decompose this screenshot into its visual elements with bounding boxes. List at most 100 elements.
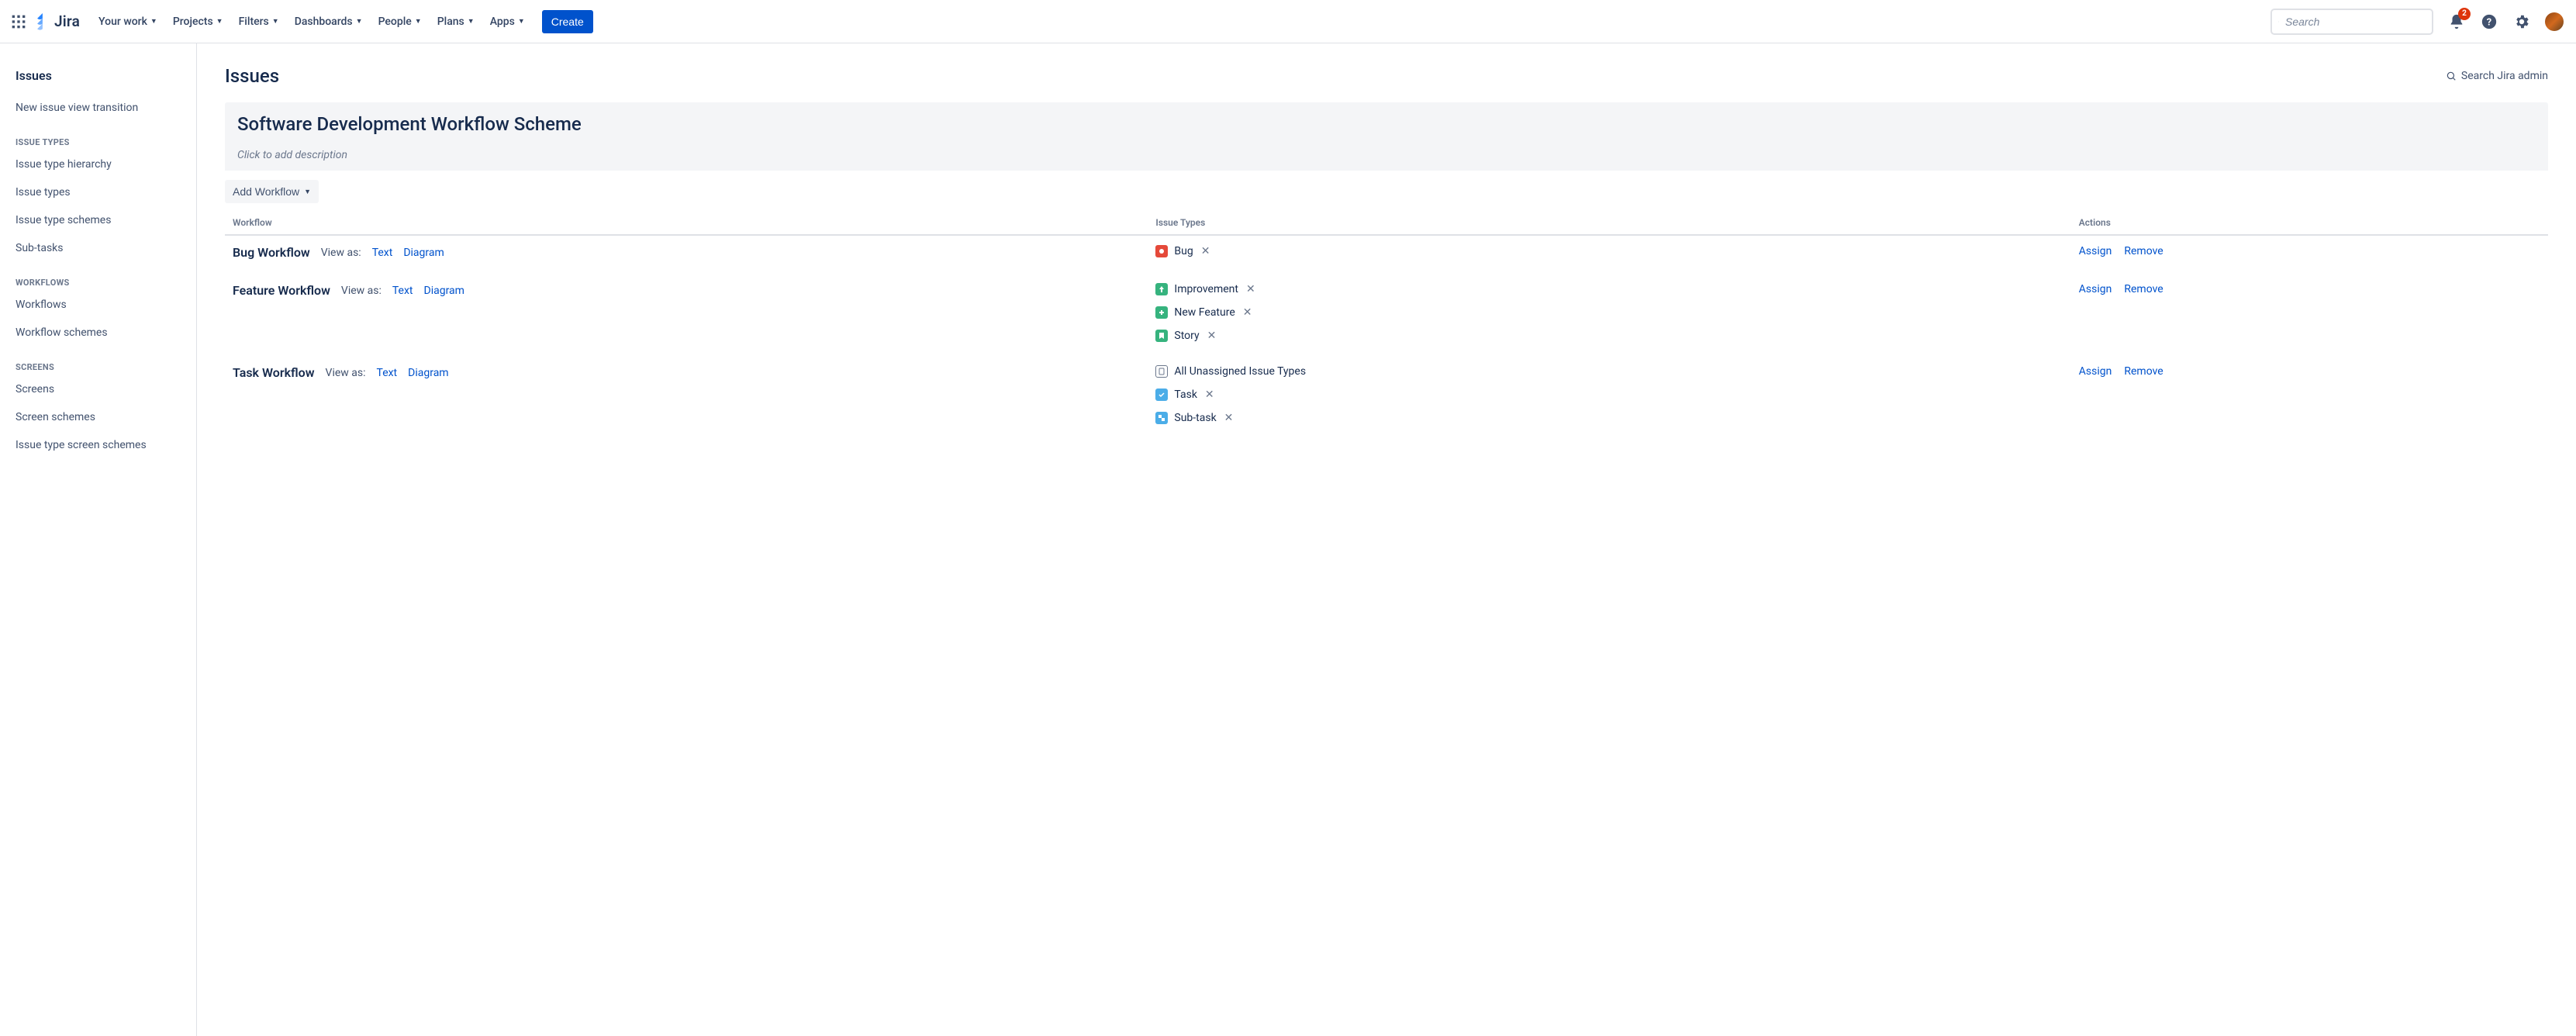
view-diagram-link[interactable]: Diagram bbox=[403, 247, 444, 259]
topnav-actions: 2 ? bbox=[2444, 9, 2567, 34]
col-header-workflow: Workflow bbox=[233, 217, 1155, 228]
sidebar-link-workflows[interactable]: Workflows bbox=[6, 292, 190, 317]
nav-item-dashboards[interactable]: Dashboards▼ bbox=[288, 11, 369, 33]
assign-link[interactable]: Assign bbox=[2079, 283, 2112, 295]
nav-item-people[interactable]: People▼ bbox=[372, 11, 428, 33]
nav-item-label: People bbox=[378, 16, 412, 28]
issue-type-list: Bug✕ bbox=[1155, 245, 2078, 257]
nav-item-label: Dashboards bbox=[295, 16, 353, 28]
nav-item-label: Apps bbox=[490, 16, 515, 28]
issue-types-cell: Improvement✕New Feature✕Story✕ bbox=[1155, 283, 2078, 342]
issue-type-item: Sub-task ✕ bbox=[1155, 412, 2078, 424]
actions-cell: Assign Remove bbox=[2079, 245, 2540, 257]
nav-item-filters[interactable]: Filters▼ bbox=[233, 11, 285, 33]
remove-issue-type-icon[interactable]: ✕ bbox=[1201, 245, 1210, 257]
nav-items: Your work▼Projects▼Filters▼Dashboards▼Pe… bbox=[92, 11, 531, 33]
add-workflow-button[interactable]: Add Workflow ▼ bbox=[225, 180, 319, 203]
bug-icon bbox=[1155, 245, 1168, 257]
notifications-button[interactable]: 2 bbox=[2444, 9, 2469, 34]
sidebar-heading: WORKFLOWS bbox=[6, 264, 190, 292]
search-jira-admin[interactable]: Search Jira admin bbox=[2446, 70, 2548, 82]
assign-link[interactable]: Assign bbox=[2079, 365, 2112, 378]
nav-item-label: Your work bbox=[98, 16, 147, 28]
actions-group: Assign Remove bbox=[2079, 283, 2540, 295]
view-text-link[interactable]: Text bbox=[372, 247, 393, 259]
actions-group: Assign Remove bbox=[2079, 245, 2540, 257]
search-input[interactable] bbox=[2285, 16, 2426, 28]
workflow-cell: Bug WorkflowView as:TextDiagram bbox=[233, 245, 1155, 260]
chevron-down-icon: ▼ bbox=[304, 188, 311, 195]
issue-type-label: Sub-task bbox=[1174, 412, 1216, 424]
workflow-name: Task Workflow bbox=[233, 365, 315, 380]
nav-item-plans[interactable]: Plans▼ bbox=[431, 11, 481, 33]
sidebar-link-issue-type-schemes[interactable]: Issue type schemes bbox=[6, 208, 190, 233]
workflow-cell: Task Workflow View as: Text Diagram bbox=[233, 365, 1155, 380]
table-row: Feature WorkflowView as:TextDiagramImpro… bbox=[225, 274, 2548, 356]
workflow-name: Bug Workflow bbox=[233, 245, 310, 260]
main-header: Issues Search Jira admin bbox=[225, 65, 2548, 87]
issue-type-label: Task bbox=[1174, 388, 1197, 401]
remove-issue-type-icon[interactable]: ✕ bbox=[1243, 306, 1252, 319]
chevron-down-icon: ▼ bbox=[150, 17, 157, 26]
create-button[interactable]: Create bbox=[542, 10, 593, 33]
issue-type-item: Bug✕ bbox=[1155, 245, 2078, 257]
workflow-cell: Feature WorkflowView as:TextDiagram bbox=[233, 283, 1155, 298]
view-text-link[interactable]: Text bbox=[377, 367, 398, 379]
remove-link[interactable]: Remove bbox=[2124, 283, 2163, 295]
sidebar-link-issue-types[interactable]: Issue types bbox=[6, 180, 190, 205]
remove-issue-type-icon[interactable]: ✕ bbox=[1224, 412, 1234, 424]
issue-type-label: All Unassigned Issue Types bbox=[1174, 365, 1306, 378]
chevron-down-icon: ▼ bbox=[415, 17, 422, 26]
help-button[interactable]: ? bbox=[2477, 9, 2502, 34]
issue-type-label: Improvement bbox=[1174, 283, 1238, 295]
feature-icon bbox=[1155, 306, 1168, 319]
nav-item-projects[interactable]: Projects▼ bbox=[167, 11, 230, 33]
sidebar-link-screen-schemes[interactable]: Screen schemes bbox=[6, 405, 190, 430]
add-workflow-label: Add Workflow bbox=[233, 185, 299, 198]
scheme-description-row[interactable]: Click to add description bbox=[225, 143, 2548, 171]
chevron-down-icon: ▼ bbox=[272, 17, 279, 26]
jira-logo[interactable]: Jira bbox=[34, 12, 80, 30]
sidebar-link-screens[interactable]: Screens bbox=[6, 377, 190, 402]
unassigned-icon bbox=[1155, 365, 1168, 378]
view-diagram-link[interactable]: Diagram bbox=[408, 367, 448, 379]
nav-item-your-work[interactable]: Your work▼ bbox=[92, 11, 164, 33]
remove-link[interactable]: Remove bbox=[2124, 245, 2163, 257]
nav-item-label: Plans bbox=[437, 16, 464, 28]
avatar bbox=[2545, 12, 2564, 31]
view-diagram-link[interactable]: Diagram bbox=[424, 285, 464, 297]
app-switcher-icon[interactable] bbox=[9, 12, 28, 31]
sidebar-link-issue-type-hierarchy[interactable]: Issue type hierarchy bbox=[6, 152, 190, 177]
settings-button[interactable] bbox=[2509, 9, 2534, 34]
remove-issue-type-icon[interactable]: ✕ bbox=[1246, 283, 1255, 295]
remove-issue-type-icon[interactable]: ✕ bbox=[1207, 330, 1217, 342]
scheme-title[interactable]: Software Development Workflow Scheme bbox=[237, 113, 2536, 135]
global-search[interactable] bbox=[2270, 9, 2433, 35]
sidebar-link-sub-tasks[interactable]: Sub-tasks bbox=[6, 236, 190, 261]
assign-link[interactable]: Assign bbox=[2079, 245, 2112, 257]
subtask-icon bbox=[1155, 412, 1168, 424]
profile-button[interactable] bbox=[2542, 9, 2567, 34]
help-icon: ? bbox=[2481, 13, 2498, 30]
remove-issue-type-icon[interactable]: ✕ bbox=[1205, 388, 1214, 401]
issue-type-label: Story bbox=[1174, 330, 1199, 342]
issue-type-item: New Feature✕ bbox=[1155, 306, 2078, 319]
view-as-group: View as:TextDiagram bbox=[341, 285, 464, 297]
sidebar-link-new-issue-view-transition[interactable]: New issue view transition bbox=[6, 95, 190, 120]
workflow-name: Feature Workflow bbox=[233, 283, 330, 298]
view-as-group: View as: Text Diagram bbox=[326, 367, 449, 379]
sidebar-link-issue-type-screen-schemes[interactable]: Issue type screen schemes bbox=[6, 433, 190, 458]
view-text-link[interactable]: Text bbox=[392, 285, 413, 297]
sidebar-title: Issues bbox=[6, 62, 190, 95]
nav-item-apps[interactable]: Apps▼ bbox=[484, 11, 531, 33]
sidebar-heading: ISSUE TYPES bbox=[6, 123, 190, 152]
issue-type-item: Improvement ✕ bbox=[1155, 283, 2078, 295]
issue-types-cell: All Unassigned Issue Types Task ✕ Sub-task ✕ bbox=[1155, 365, 2078, 424]
notification-badge: 2 bbox=[2458, 8, 2471, 20]
sidebar-link-workflow-schemes[interactable]: Workflow schemes bbox=[6, 320, 190, 345]
col-header-issue-types: Issue Types bbox=[1155, 217, 2078, 228]
issue-type-item: Task ✕ bbox=[1155, 388, 2078, 401]
issue-type-item: Story ✕ bbox=[1155, 330, 2078, 342]
view-as-label: View as: bbox=[326, 367, 366, 379]
remove-link[interactable]: Remove bbox=[2124, 365, 2163, 378]
